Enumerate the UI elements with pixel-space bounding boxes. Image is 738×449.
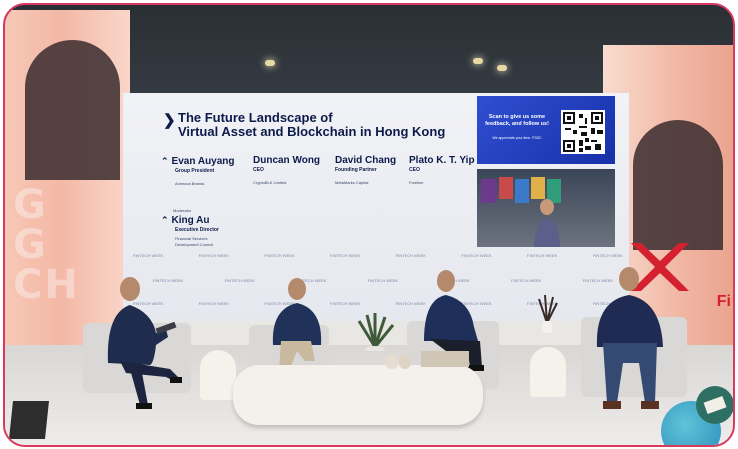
backdrop-logo: FINTECH WEEK xyxy=(395,253,426,258)
qr-feedback-panel: Scan to give us some feedback, and follo… xyxy=(477,96,615,164)
speaker-name: Evan Auyang xyxy=(171,156,235,167)
panel-title-line2: Virtual Asset and Blockchain in Hong Kon… xyxy=(178,124,446,139)
speaker-org: Animoca Brands xyxy=(175,181,205,186)
speaker-org: Foreline xyxy=(409,180,424,185)
speaker-org: CryptoBLK Limited xyxy=(253,180,287,185)
stage-monitor-speaker xyxy=(9,401,49,439)
left-arch xyxy=(25,40,120,180)
right-wall-text: Fi xyxy=(716,293,731,310)
ceiling-light xyxy=(497,65,507,71)
decor-sphere xyxy=(399,355,411,369)
speaker-role: CEO xyxy=(409,167,420,173)
qr-feedback-text: Scan to give us some feedback, and follo… xyxy=(485,114,549,127)
ceiling-light xyxy=(473,58,483,64)
coffee-table xyxy=(233,365,483,425)
speaker-name: David Chang xyxy=(335,155,397,166)
backdrop-logo: FINTECH WEEK xyxy=(592,253,623,258)
backdrop-logo: FINTECH WEEK xyxy=(330,301,361,306)
book-sticker-icon xyxy=(696,386,733,424)
double-chevron-up-icon: ⌃ xyxy=(161,215,169,225)
backdrop-logo: FINTECH WEEK xyxy=(133,253,164,258)
backdrop-logo: FINTECH WEEK xyxy=(367,278,399,283)
speaker-name: Plato K. T. Yip xyxy=(409,155,475,166)
backdrop-logo: FINTECH WEEK xyxy=(330,253,361,258)
moderator-label: Moderator xyxy=(173,208,192,213)
speaker-name: Duncan Wong xyxy=(253,155,321,166)
backdrop-logo: FINTECH WEEK xyxy=(198,301,229,306)
photo-frame: G G CH Fi ❯ The Future Landscape of Virt… xyxy=(3,3,735,447)
backdrop-logo: FINTECH WEEK xyxy=(511,278,542,283)
moderator-role: Executive Director xyxy=(175,227,219,233)
moderator-org: Development Council xyxy=(175,242,214,247)
remote-speaker-person xyxy=(534,199,560,247)
backdrop-logo: FINTECH WEEK xyxy=(264,253,295,258)
side-table xyxy=(530,347,566,397)
speaker-card: ⌃ Evan Auyang Group President Animoca Bra… xyxy=(161,155,235,187)
moderator-card: ⌃ King Au Executive Director Financial Se… xyxy=(161,214,219,248)
speaker-role: Founding Partner xyxy=(335,167,377,173)
ceiling-light xyxy=(265,60,275,66)
speaker-role: Group President xyxy=(175,168,215,174)
speaker-card: Duncan Wong CEO CryptoBLK Limited xyxy=(253,155,320,186)
double-chevron-up-icon: ⌃ xyxy=(161,156,169,166)
backdrop-logo: FINTECH WEEK xyxy=(198,253,229,258)
panelist-person xyxy=(596,267,663,409)
neon-sign: G G CH xyxy=(13,182,80,308)
decor-sphere xyxy=(385,355,399,369)
right-arch xyxy=(633,120,723,250)
speaker-role: CEO xyxy=(253,167,264,173)
moderator-name: King Au xyxy=(171,215,210,226)
side-table xyxy=(200,350,236,400)
backdrop-logo-row: FINTECH WEEK FINTECH WEEK FINTECH WEEK F… xyxy=(133,253,623,258)
backdrop-logo: FINTECH WEEK xyxy=(224,278,255,283)
panel-title-line1: The Future Landscape of xyxy=(178,110,333,125)
qr-code-icon[interactable] xyxy=(561,110,605,154)
panel-title: The Future Landscape of Virtual Asset an… xyxy=(178,111,445,139)
moderator-person xyxy=(107,277,182,409)
plant-centerpiece-icon xyxy=(357,313,395,351)
chevron-right-icon: ❯ xyxy=(163,112,176,129)
qr-subtext: We appreciate your time. FSDC xyxy=(492,136,542,140)
speaker-org: MetaMarks Capital xyxy=(335,180,369,185)
book-stack xyxy=(421,351,469,367)
speaker-card: David Chang Founding Partner MetaMarks C… xyxy=(335,155,396,186)
presentation-screen: ❯ The Future Landscape of Virtual Asset … xyxy=(123,93,629,321)
backdrop-logo-row: FINTECH WEEK FINTECH WEEK FINTECH WEEK F… xyxy=(153,278,613,283)
remote-speaker-video xyxy=(477,169,615,247)
backdrop-logo: FINTECH WEEK xyxy=(527,253,558,258)
backdrop-logo: FINTECH WEEK xyxy=(461,253,492,258)
speaker-card: Plato K. T. Yip CEO Foreline xyxy=(409,155,475,186)
flower-vase-icon xyxy=(538,294,558,333)
